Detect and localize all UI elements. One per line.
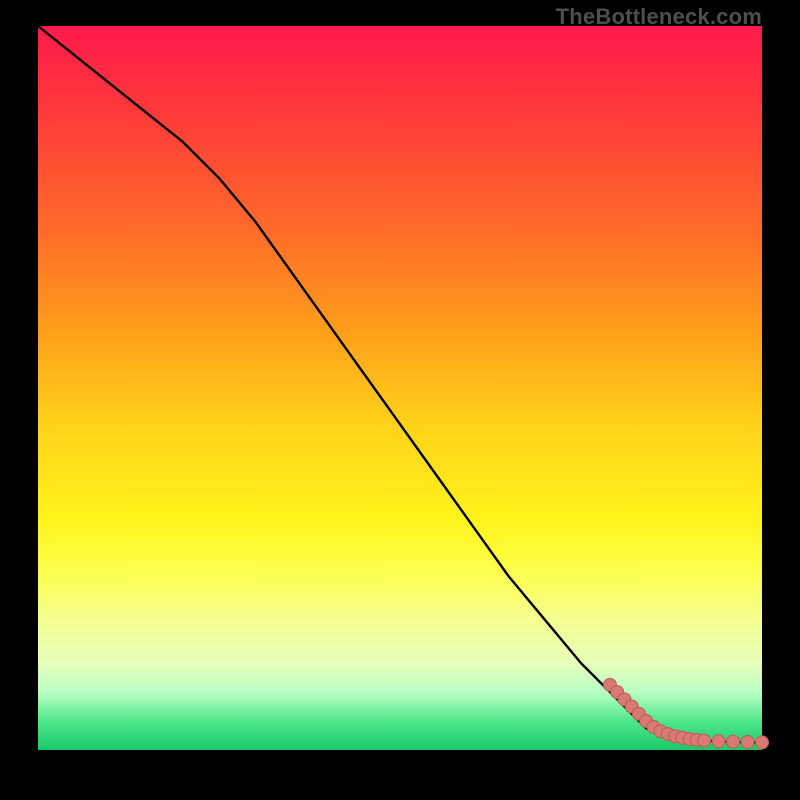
tail-marker: [727, 735, 740, 748]
tail-marker: [756, 736, 769, 749]
chart-overlay: [38, 26, 762, 750]
tail-marker: [698, 734, 711, 747]
heatmap-background: [38, 26, 762, 750]
chart-stage: TheBottleneck.com: [0, 0, 800, 800]
bottleneck-curve: [38, 26, 762, 743]
tail-marker: [741, 736, 754, 749]
tail-marker: [712, 735, 725, 748]
tail-markers: [603, 678, 768, 749]
